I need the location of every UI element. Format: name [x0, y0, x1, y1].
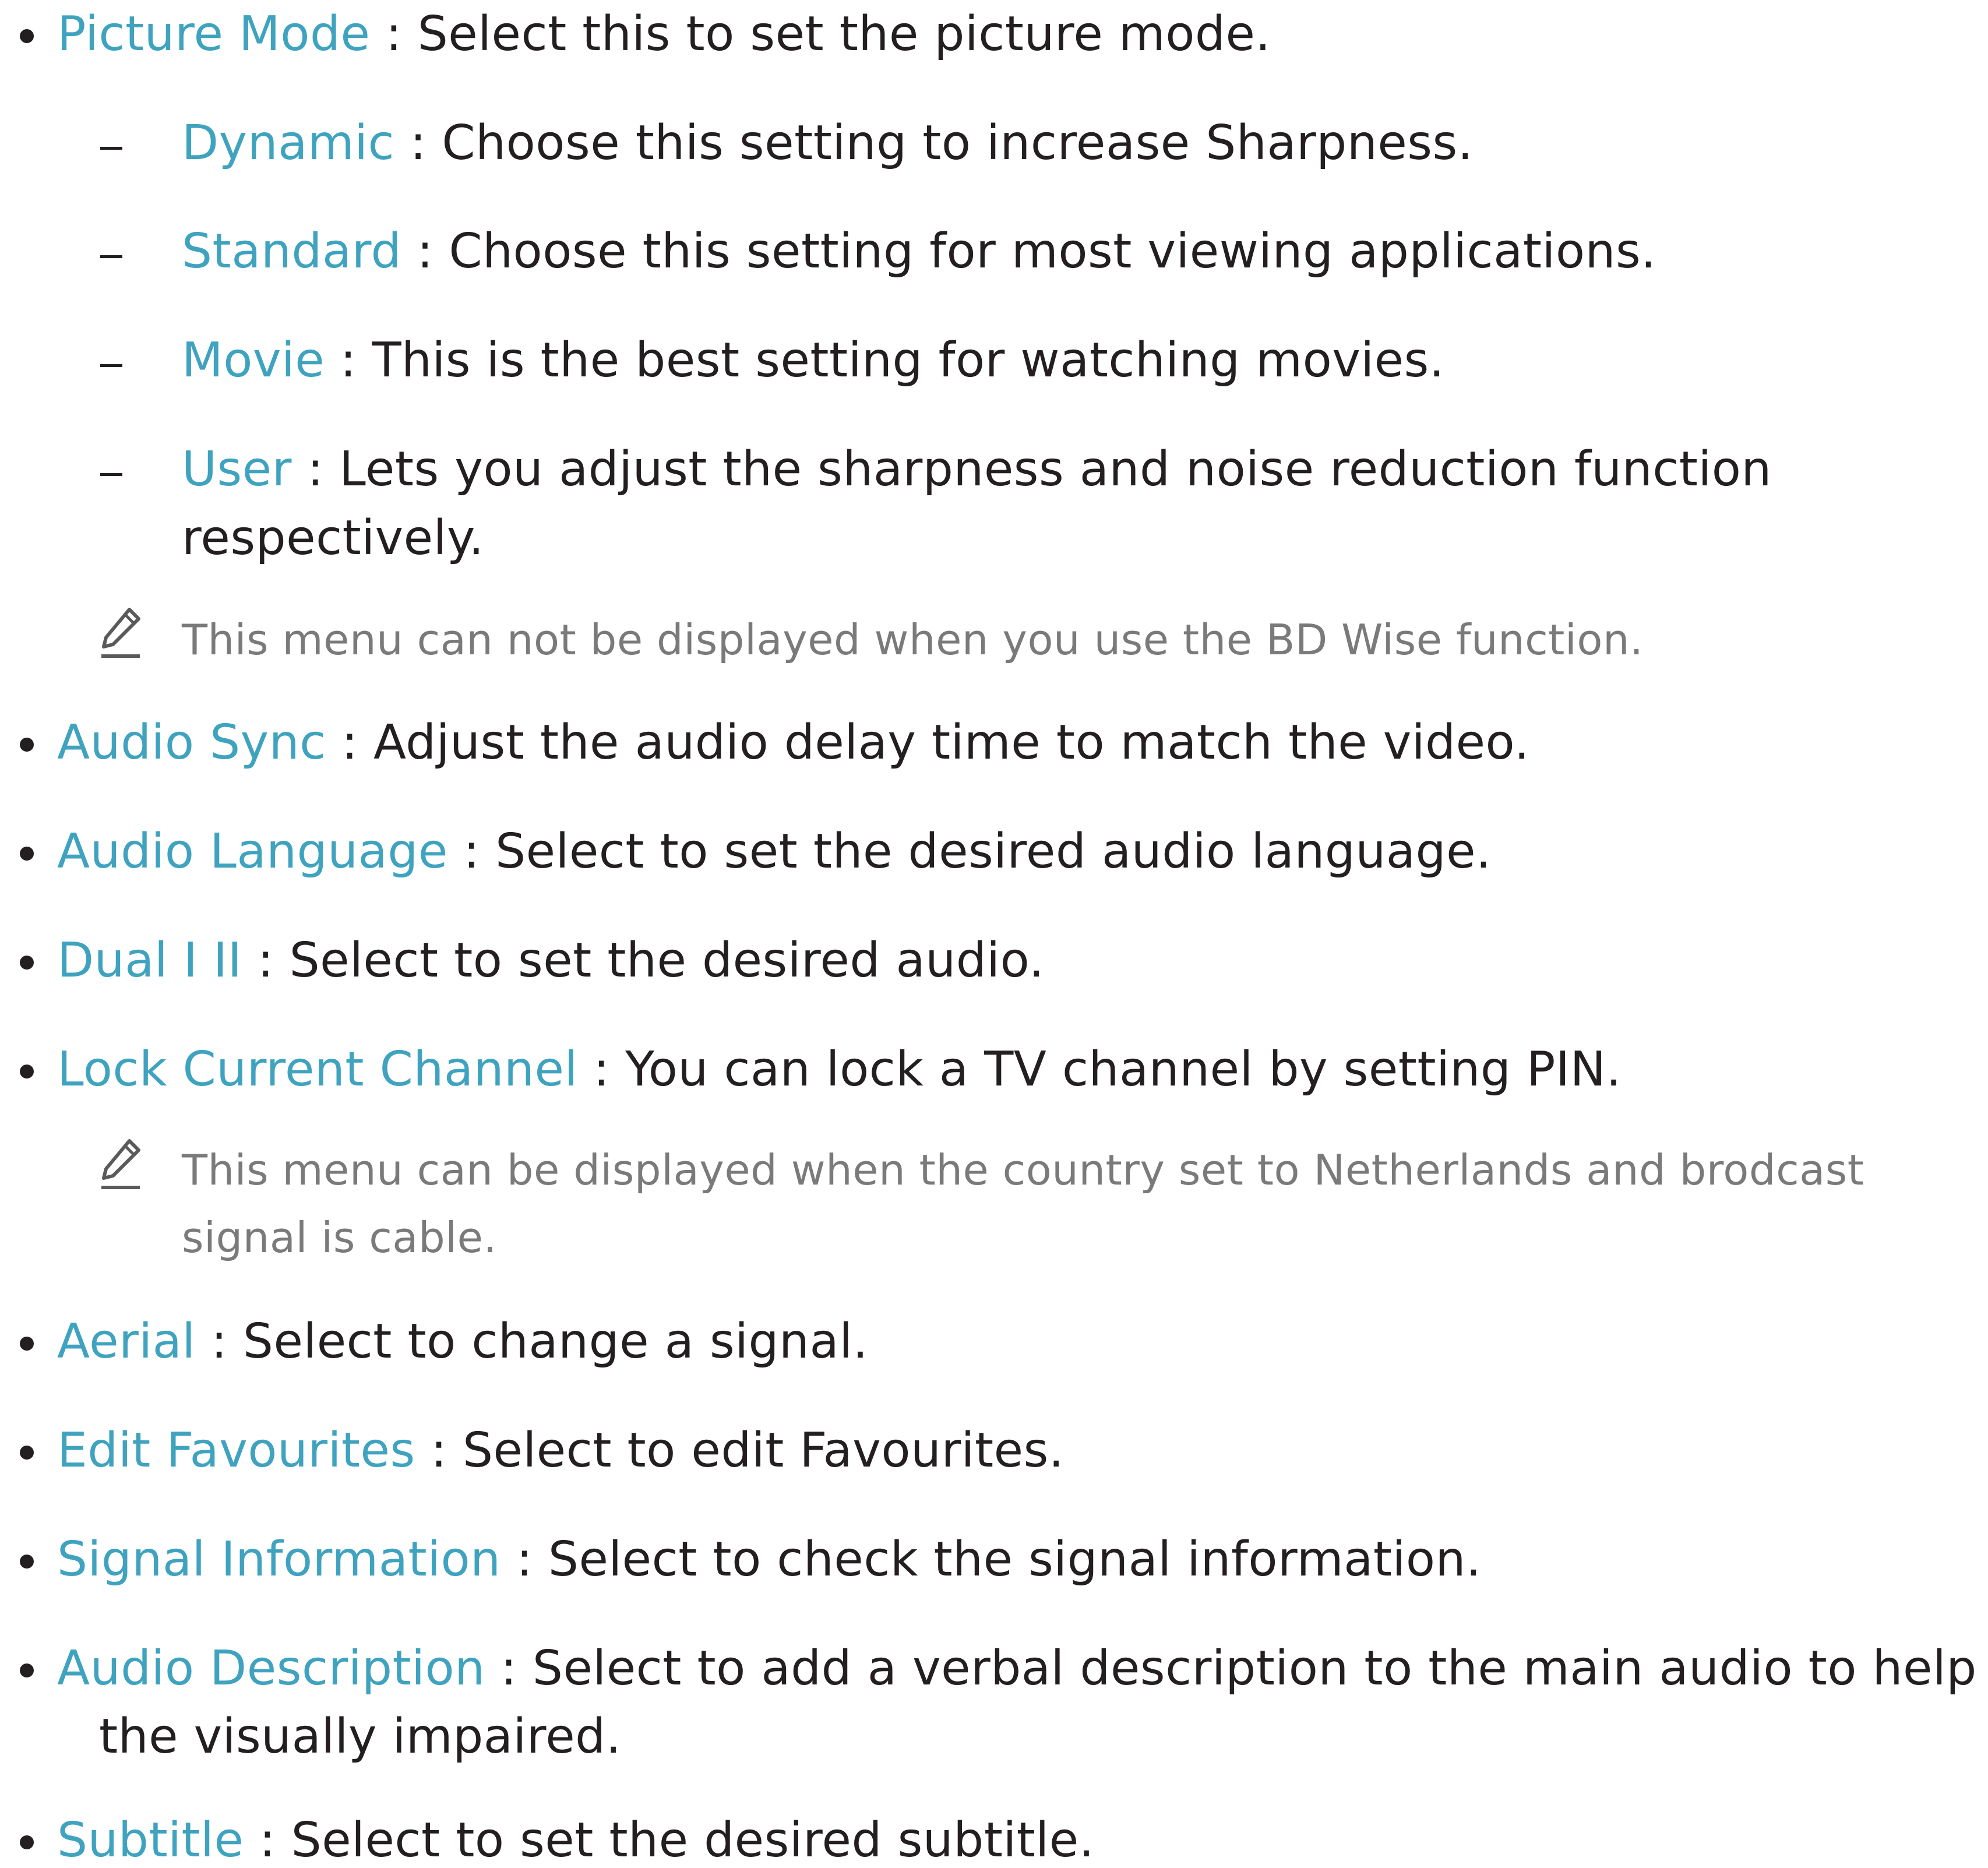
term-audio-sync: Audio Sync — [57, 715, 326, 770]
term-separator: : — [447, 824, 496, 879]
term-separator: : — [401, 224, 449, 279]
term-standard: Standard — [182, 224, 402, 279]
description-picture-mode: Select this to set the picture mode. — [417, 6, 1271, 62]
description-audio-description: Select to add a verbal description to th… — [532, 1641, 1977, 1696]
term-dual: Dual I II — [57, 933, 242, 988]
list-item-audio-language: Audio Language : Select to set the desir… — [57, 828, 1492, 876]
description-audio-language: Select to set the desired audio language… — [495, 824, 1492, 879]
description-edit-favourites: Select to edit Favourites. — [463, 1423, 1065, 1478]
description-dynamic: Choose this setting to increase Sharpnes… — [442, 115, 1474, 171]
list-item-signal-information: Signal Information : Select to check the… — [57, 1536, 1482, 1584]
dash-marker — [100, 255, 122, 258]
term-separator: : — [577, 1042, 626, 1097]
term-user: User — [182, 442, 292, 497]
term-separator: : — [244, 1813, 291, 1868]
term-separator: : — [500, 1532, 548, 1587]
term-separator: : — [291, 442, 340, 497]
term-separator: : — [415, 1423, 463, 1478]
pencil-icon — [101, 608, 140, 658]
term-separator: : — [242, 933, 290, 988]
bullet-dot — [20, 1835, 34, 1849]
list-item-lock-current-channel: Lock Current Channel : You can lock a TV… — [57, 1046, 1622, 1094]
note-netherlands-continued: signal is cable. — [182, 1213, 497, 1262]
term-separator: : — [325, 333, 372, 388]
term-aerial: Aerial — [57, 1314, 196, 1369]
bullet-dot — [20, 1065, 34, 1078]
bullet-dot — [20, 1663, 34, 1677]
list-item-audio-sync: Audio Sync : Adjust the audio delay time… — [57, 719, 1529, 767]
term-separator: : — [394, 115, 442, 171]
pencil-icon — [101, 1139, 140, 1189]
description-aerial: Select to change a signal. — [242, 1314, 869, 1369]
description-signal-information: Select to check the signal information. — [548, 1532, 1482, 1587]
description-audio-description-continued: the visually impaired. — [99, 1709, 622, 1764]
note-bd-wise: This menu can not be displayed when you … — [182, 615, 1644, 664]
description-dual: Select to set the desired audio. — [289, 933, 1045, 988]
list-item-picture-mode: Picture Mode : Select this to set the pi… — [57, 10, 1271, 58]
bullet-dot — [20, 29, 34, 43]
term-audio-language: Audio Language — [57, 824, 448, 879]
sub-item-user: User : Lets you adjust the sharpness and… — [182, 446, 1772, 494]
term-separator: : — [326, 715, 374, 770]
term-subtitle: Subtitle — [57, 1813, 244, 1868]
list-item-edit-favourites: Edit Favourites : Select to edit Favouri… — [57, 1427, 1064, 1475]
description-standard: Choose this setting for most viewing app… — [449, 224, 1656, 279]
list-item-aerial: Aerial : Select to change a signal. — [57, 1318, 868, 1366]
term-separator: : — [485, 1641, 533, 1696]
bullet-dot — [20, 1446, 34, 1460]
term-separator: : — [195, 1314, 243, 1369]
dash-marker — [100, 473, 122, 476]
bullet-dot — [20, 847, 34, 861]
term-picture-mode: Picture Mode — [57, 6, 371, 62]
list-item-subtitle: Subtitle : Select to set the desired sub… — [57, 1817, 1094, 1865]
bullet-dot — [20, 738, 34, 752]
description-audio-sync: Adjust the audio delay time to match the… — [373, 715, 1530, 770]
description-user: Lets you adjust the sharpness and noise … — [339, 442, 1772, 497]
term-separator: : — [370, 6, 418, 62]
bullet-dot — [20, 1555, 34, 1569]
dash-marker — [100, 147, 122, 150]
description-movie: This is the best setting for watching mo… — [372, 333, 1445, 388]
term-edit-favourites: Edit Favourites — [57, 1423, 415, 1478]
dash-marker — [100, 364, 122, 367]
list-item-audio-description: Audio Description : Select to add a verb… — [57, 1645, 1977, 1693]
list-item-dual: Dual I II : Select to set the desired au… — [57, 937, 1044, 985]
description-lock-current-channel: You can lock a TV channel by setting PIN… — [625, 1042, 1622, 1097]
manual-page: Picture Mode : Select this to set the pi… — [0, 0, 1988, 1866]
term-audio-description: Audio Description — [57, 1641, 485, 1696]
term-movie: Movie — [182, 333, 325, 388]
term-signal-information: Signal Information — [57, 1532, 501, 1587]
term-lock-current-channel: Lock Current Channel — [57, 1042, 578, 1097]
sub-item-dynamic: Dynamic : Choose this setting to increas… — [182, 119, 1473, 167]
description-subtitle: Select to set the desired subtitle. — [291, 1813, 1095, 1868]
description-user-continued: respectively. — [182, 510, 484, 566]
note-netherlands: This menu can be displayed when the coun… — [182, 1146, 1864, 1194]
bullet-dot — [20, 956, 34, 970]
sub-item-movie: Movie : This is the best setting for wat… — [182, 337, 1444, 385]
bullet-dot — [20, 1337, 34, 1351]
term-dynamic: Dynamic — [182, 115, 395, 171]
sub-item-standard: Standard : Choose this setting for most … — [182, 228, 1656, 276]
